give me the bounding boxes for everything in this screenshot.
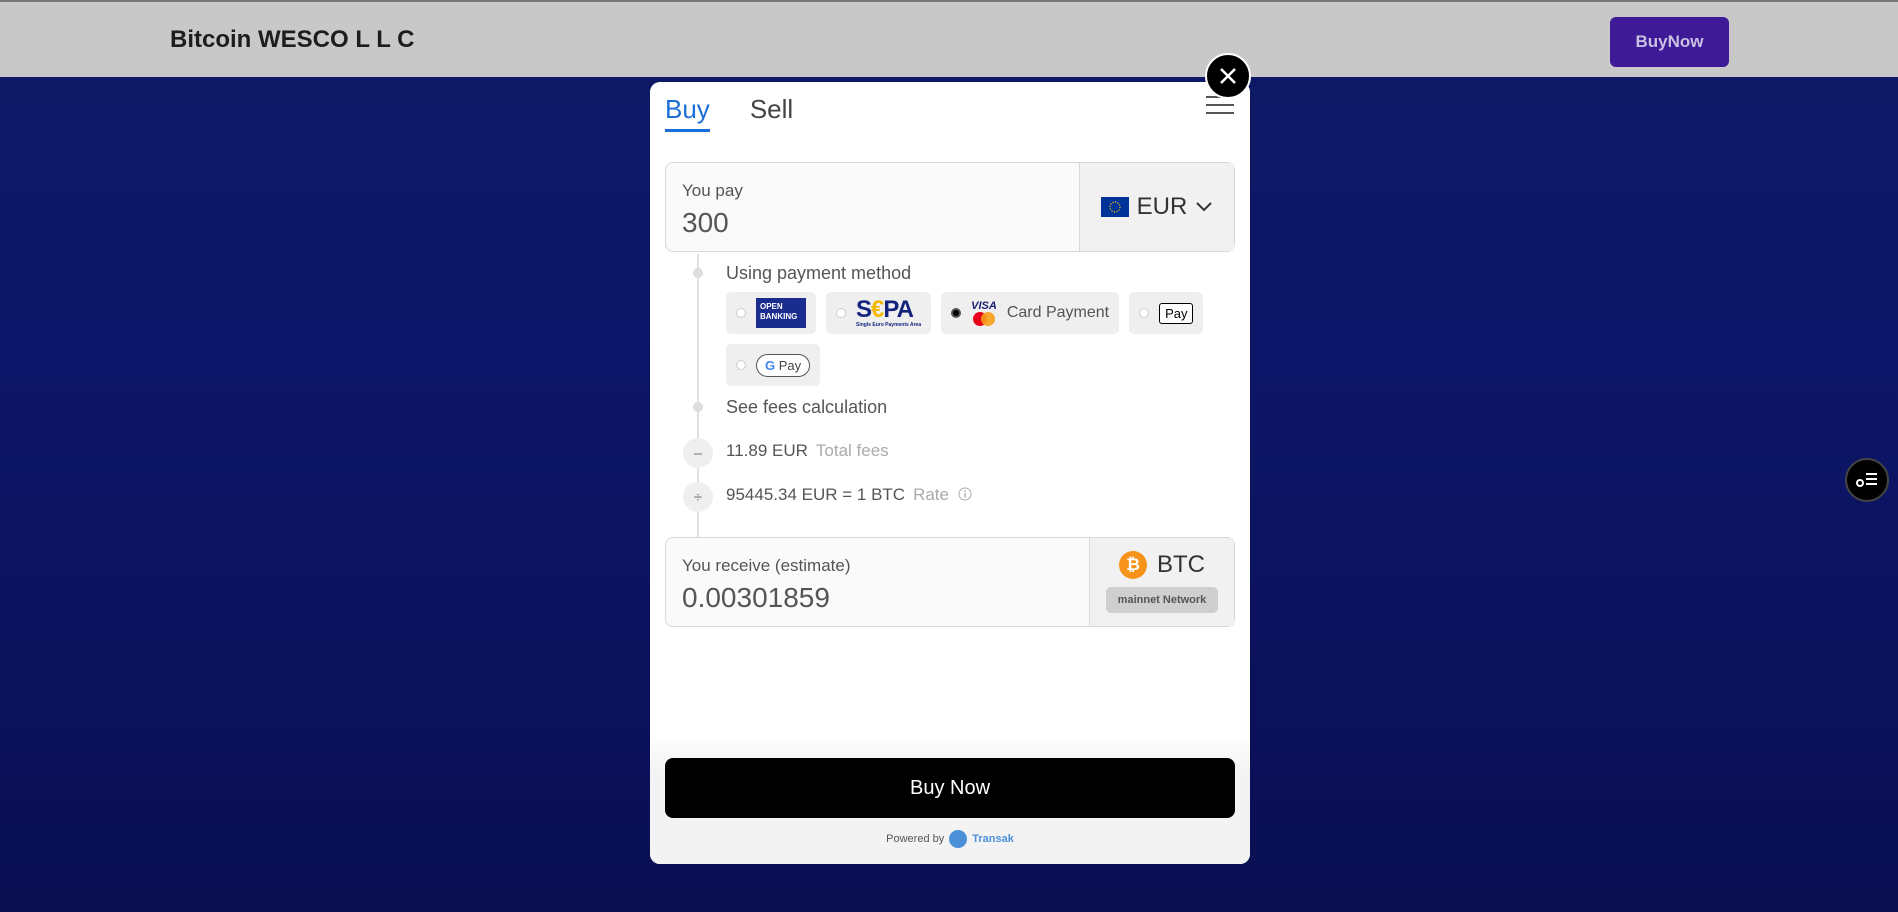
header-buy-now-button[interactable]: BuyNow — [1610, 17, 1729, 67]
timeline-dot — [693, 268, 703, 278]
radio-button-selected[interactable] — [951, 308, 962, 318]
total-fees-value: 11.89 EUR — [726, 441, 808, 460]
total-fees-row: 11.89 EUR Total fees — [726, 441, 889, 461]
you-receive-field: You receive (estimate) 0.00301859 ₿ BTC … — [665, 537, 1235, 627]
payment-option-apple-pay[interactable]: Pay — [1129, 292, 1204, 334]
payment-methods-list: OPEN BANKING S€PA Single Euro Payments Are… — [726, 292, 1226, 386]
see-fees-link[interactable]: See fees calculation — [726, 397, 887, 418]
crypto-currency-selector[interactable]: ₿ BTC mainnet Network — [1089, 538, 1234, 626]
transak-brand[interactable]: Transak — [972, 833, 1014, 845]
modal-footer: Buy Now Powered by Transak — [650, 734, 1250, 864]
payment-option-google-pay[interactable]: G Pay — [726, 344, 821, 386]
close-modal-button[interactable] — [1205, 53, 1251, 99]
radio-button[interactable] — [1139, 308, 1150, 318]
payment-method-label: Using payment method — [726, 263, 912, 283]
network-badge: mainnet Network — [1105, 587, 1219, 613]
info-icon[interactable] — [958, 487, 972, 501]
rate-value: 95445.34 EUR = 1 BTC — [726, 485, 906, 504]
timeline-dot — [693, 402, 703, 412]
rate-row: 95445.34 EUR = 1 BTC Rate — [726, 485, 972, 505]
settings-widget-button[interactable] — [1845, 458, 1889, 502]
minus-icon: – — [683, 438, 713, 468]
visa-mastercard-icon: VISA — [971, 300, 997, 326]
sliders-icon — [1856, 473, 1877, 487]
tab-buy[interactable]: Buy — [665, 94, 710, 132]
fiat-currency-selector[interactable]: EUR — [1079, 163, 1234, 251]
you-receive-label: You receive (estimate) — [682, 556, 851, 575]
transak-logo-icon — [949, 830, 968, 848]
payment-option-sepa[interactable]: S€PA Single Euro Payments Area — [826, 292, 932, 334]
payment-option-open-banking[interactable]: OPEN BANKING — [726, 292, 816, 334]
you-receive-value: 0.00301859 — [682, 582, 830, 613]
radio-button[interactable] — [736, 360, 746, 370]
you-pay-field: You pay 300 EUR — [665, 162, 1235, 252]
chevron-down-icon — [1196, 202, 1213, 212]
site-header: Bitcoin WESCO L L C BuyNow — [0, 0, 1898, 77]
tab-sell[interactable]: Sell — [750, 94, 793, 132]
close-icon — [1220, 68, 1236, 84]
fiat-currency-code: EUR — [1136, 193, 1188, 220]
you-pay-label: You pay — [682, 181, 743, 200]
card-payment-label: Card Payment — [1006, 304, 1110, 321]
sepa-logo: S€PA Single Euro Payments Area — [856, 296, 922, 329]
transak-widget-modal: Buy Sell You pay 300 EUR Using payment m… — [650, 82, 1250, 864]
you-pay-input[interactable]: 300 — [682, 207, 1063, 239]
eu-flag-icon — [1100, 197, 1129, 217]
site-brand: Bitcoin WESCO L L C — [170, 26, 415, 53]
payment-option-card[interactable]: VISA Card Payment — [941, 292, 1120, 334]
hamburger-menu-icon[interactable] — [1206, 96, 1234, 118]
powered-by: Powered by Transak — [650, 830, 1250, 848]
apple-pay-logo: Pay — [1159, 302, 1194, 324]
powered-by-label: Powered by — [886, 833, 945, 845]
open-banking-logo: OPEN BANKING — [756, 298, 806, 328]
buy-sell-tabs: Buy Sell — [665, 94, 793, 132]
rate-label: Rate — [913, 485, 949, 504]
total-fees-label: Total fees — [815, 441, 889, 460]
radio-button[interactable] — [836, 308, 846, 318]
divide-icon: ÷ — [683, 482, 713, 512]
google-pay-logo: G Pay — [756, 353, 811, 377]
crypto-currency-code: BTC — [1157, 551, 1205, 578]
buy-now-button[interactable]: Buy Now — [665, 758, 1235, 818]
radio-button[interactable] — [736, 308, 746, 318]
bitcoin-icon: ₿ — [1119, 551, 1147, 579]
